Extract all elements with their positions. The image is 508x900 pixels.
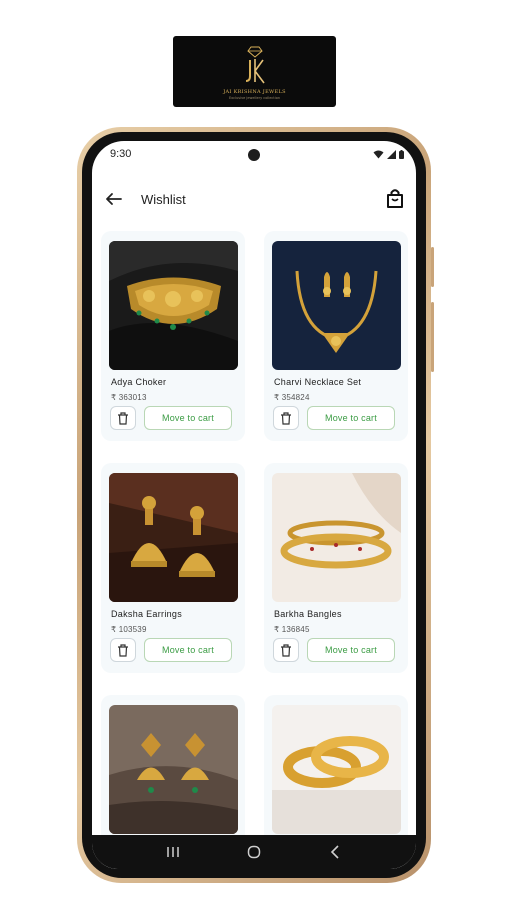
wifi-icon [373,150,384,159]
phone-side-button [431,247,434,287]
trash-icon [281,643,291,657]
move-to-cart-button[interactable]: Move to cart [307,406,395,430]
wishlist-card[interactable]: Adya Choker ₹ 363013 Move to cart [101,231,245,441]
product-image[interactable] [272,473,401,602]
product-price: ₹ 363013 [111,393,147,402]
product-name: Charvi Necklace Set [274,377,362,387]
brand-name: JAI KRISHNA JEWELS [223,88,286,95]
arrow-left-icon[interactable] [104,189,124,209]
brand-logo-banner: JAI KRISHNA JEWELS Exclusive jewellery c… [173,36,336,107]
gold-bangles-stack-image [272,705,401,834]
brand-tagline: Exclusive jewellery collection [228,95,281,100]
delete-button[interactable] [110,406,136,430]
signal-icon [387,150,396,159]
trash-icon [118,411,128,425]
gold-jhumka-earrings-image [109,473,238,602]
app-bar: Wishlist [92,181,416,217]
front-camera [248,149,260,161]
move-to-cart-button[interactable]: Move to cart [307,638,395,662]
product-price: ₹ 103539 [111,625,147,634]
trash-icon [118,643,128,657]
phone-bezel: 9:30 Wishlist Adya Choker ₹ 363013 Move … [82,132,426,878]
nav-back-icon[interactable] [325,842,345,862]
home-circle-icon[interactable] [244,842,264,862]
product-name: Daksha Earrings [111,609,183,619]
product-image[interactable] [109,473,238,602]
wishlist-card[interactable]: Daksha Earrings ₹ 103539 Move to cart [101,463,245,673]
product-image[interactable] [272,241,401,370]
system-nav-bar [92,835,416,869]
delete-button[interactable] [110,638,136,662]
page-title: Wishlist [141,192,186,207]
jk-monogram-diamond-icon [245,46,265,83]
wishlist-card[interactable]: Barkha Bangles ₹ 136845 Move to cart [264,463,408,673]
phone-side-button [431,302,434,372]
product-price: ₹ 136845 [274,625,310,634]
gold-bangles-image [272,473,401,602]
product-image[interactable] [109,241,238,370]
move-to-cart-button[interactable]: Move to cart [144,406,232,430]
product-name: Barkha Bangles [274,609,342,619]
status-icons [373,150,404,159]
phone-frame: 9:30 Wishlist Adya Choker ₹ 363013 Move … [77,127,434,883]
status-time: 9:30 [110,148,132,160]
gold-necklace-set-image [272,241,401,370]
gold-temple-earrings-image [109,705,238,834]
product-name: Adya Choker [111,377,167,387]
product-price: ₹ 354824 [274,393,310,402]
gold-choker-image [109,241,238,370]
move-to-cart-button[interactable]: Move to cart [144,638,232,662]
delete-button[interactable] [273,638,299,662]
trash-icon [281,411,291,425]
battery-icon [399,150,404,159]
shopping-bag-icon[interactable] [384,187,406,209]
app-screen: 9:30 Wishlist Adya Choker ₹ 363013 Move … [92,141,416,869]
wishlist-card[interactable]: Charvi Necklace Set ₹ 354824 Move to car… [264,231,408,441]
product-image[interactable] [109,705,238,834]
delete-button[interactable] [273,406,299,430]
status-bar: 9:30 [92,141,416,169]
product-image[interactable] [272,705,401,834]
recents-icon[interactable] [163,842,183,862]
